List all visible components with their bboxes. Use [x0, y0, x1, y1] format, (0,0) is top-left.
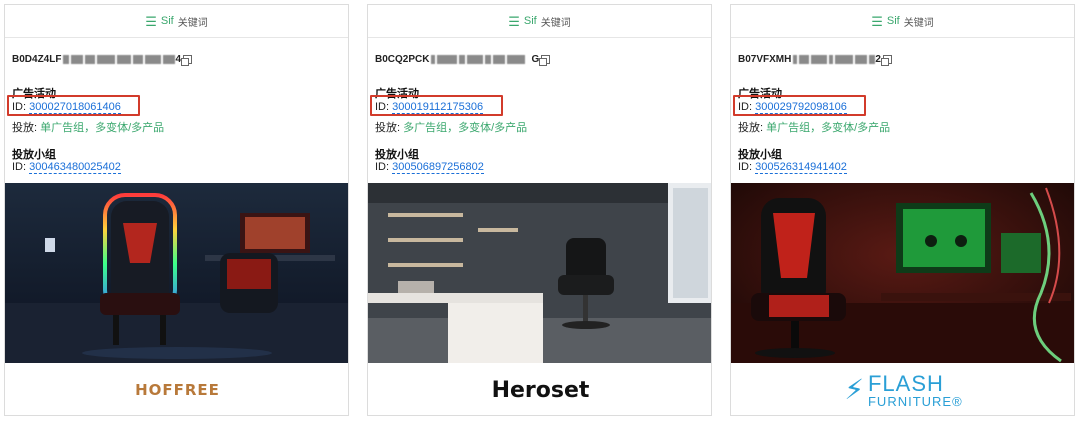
sif-label: Sif — [160, 15, 174, 27]
lightning-icon: ⚡ — [844, 374, 864, 405]
highlight-box — [733, 95, 866, 116]
copy-icon[interactable] — [181, 54, 193, 66]
placement-value: 多广告组，多变体/多产品 — [403, 122, 528, 134]
placement-prefix: 投放: — [12, 122, 38, 134]
asin-text: B0D4Z4LF — [12, 53, 62, 65]
product-image[interactable] — [368, 183, 711, 363]
placement-line: 投放: 单广告组，多变体/多产品 — [12, 119, 164, 135]
sif-label: Sif — [523, 15, 537, 27]
brand-name: FLASH — [867, 370, 944, 396]
sif-keyword-header[interactable]: ☰ Sif 关键词 — [5, 5, 348, 38]
brand-logo: HOFFREE — [5, 363, 348, 415]
ad-group-title: 投放小组 — [375, 149, 419, 161]
keyword-label: 关键词 — [177, 17, 208, 29]
redacted-title — [431, 54, 526, 64]
placement-value: 单广告组，多变体/多产品 — [766, 122, 891, 134]
placement-line: 投放: 单广告组，多变体/多产品 — [738, 119, 890, 135]
asin-text: B07VFXMH — [738, 53, 792, 65]
product-image[interactable] — [731, 183, 1074, 363]
id-prefix: ID: — [738, 161, 753, 173]
ad-group-title: 投放小组 — [12, 149, 56, 161]
ad-group-id-link[interactable]: 300506897256802 — [392, 161, 484, 174]
list-icon: ☰ — [145, 13, 157, 29]
asin-row: B0CQ2PCK G — [375, 51, 551, 67]
flash-logo: ⚡ FLASH FURNITURE® — [844, 370, 963, 409]
copy-icon[interactable] — [539, 54, 551, 66]
sif-label: Sif — [886, 15, 900, 27]
asin-text: B0CQ2PCK — [375, 53, 430, 65]
list-icon: ☰ — [871, 13, 883, 29]
placement-value: 单广告组，多变体/多产品 — [40, 122, 165, 134]
sif-keyword-header[interactable]: ☰ Sif 关键词 — [368, 5, 711, 38]
brand-name: Heroset — [491, 377, 590, 403]
ad-group-title: 投放小组 — [738, 149, 782, 161]
ad-group-id-line: ID: 300506897256802 — [375, 161, 484, 174]
placement-prefix: 投放: — [375, 122, 401, 134]
asin-row: B07VFXMH 2 — [738, 51, 892, 67]
keyword-label: 关键词 — [540, 17, 571, 29]
brand-name: HOFFREE — [135, 381, 220, 399]
ad-group-id-line: ID: 300463480025402 — [12, 161, 121, 174]
copy-icon[interactable] — [880, 54, 892, 66]
keyword-label: 关键词 — [903, 17, 934, 29]
sif-keyword-header[interactable]: ☰ Sif 关键词 — [731, 5, 1074, 38]
brand-logo: ⚡ FLASH FURNITURE® — [731, 363, 1074, 415]
product-card: ☰ Sif 关键词 B0CQ2PCK G 广告活动 ID: 3000191121… — [367, 4, 712, 416]
placement-line: 投放: 多广告组，多变体/多产品 — [375, 119, 527, 135]
brand-subname: FURNITURE® — [867, 393, 963, 409]
redacted-title — [63, 54, 176, 64]
id-prefix: ID: — [12, 161, 27, 173]
highlight-box — [370, 95, 503, 116]
product-card: ☰ Sif 关键词 B07VFXMH 2 广告活动 ID: 3000297920… — [730, 4, 1075, 416]
redacted-title — [793, 54, 876, 64]
list-icon: ☰ — [508, 13, 520, 29]
asin-row: B0D4Z4LF 4 — [12, 51, 193, 67]
ad-group-id-link[interactable]: 300463480025402 — [29, 161, 121, 174]
id-prefix: ID: — [375, 161, 390, 173]
product-card: ☰ Sif 关键词 B0D4Z4LF 4 广告活动 ID: 3000270180… — [4, 4, 349, 416]
ad-group-id-line: ID: 300526314941402 — [738, 161, 847, 174]
asin-suffix: G — [531, 53, 540, 65]
brand-logo: Heroset — [368, 363, 711, 415]
product-image[interactable] — [5, 183, 348, 363]
highlight-box — [7, 95, 140, 116]
ad-group-id-link[interactable]: 300526314941402 — [755, 161, 847, 174]
placement-prefix: 投放: — [738, 122, 764, 134]
